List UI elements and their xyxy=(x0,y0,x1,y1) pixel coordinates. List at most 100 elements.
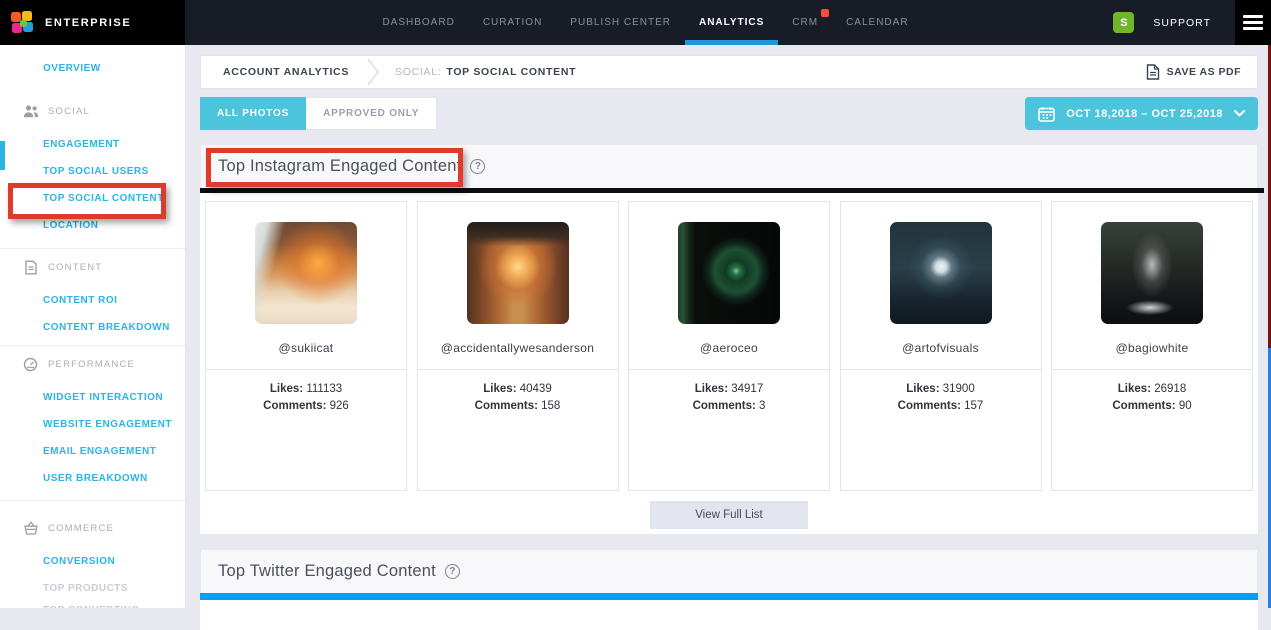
sidebar-item-label: TOP SOCIAL CONTENT xyxy=(43,193,164,204)
sidebar-section-content-title: CONTENT xyxy=(48,262,102,273)
sidebar-section-performance-header: PERFORMANCE xyxy=(0,357,185,371)
instagram-card-stats: Likes: 111133 Comments: 926 xyxy=(206,369,406,412)
comments-label: Comments: xyxy=(693,400,756,412)
nav-item-dashboard[interactable]: DASHBOARD xyxy=(382,0,454,45)
sidebar-item-conversion[interactable]: CONVERSION xyxy=(0,548,185,575)
instagram-username: @sukiicat xyxy=(206,341,406,355)
approved-only-button[interactable]: APPROVED ONLY xyxy=(306,97,437,130)
sidebar-item-label: TOP PRODUCTS xyxy=(43,583,128,594)
instagram-card: @sukiicat Likes: 111133 Comments: 926 xyxy=(205,201,407,491)
likes-label: Likes: xyxy=(1118,383,1151,395)
nav-item-curation[interactable]: CURATION xyxy=(483,0,542,45)
breadcrumb-section-prefix: SOCIAL: xyxy=(395,66,441,78)
instagram-card: @bagiowhite Likes: 26918 Comments: 90 xyxy=(1051,201,1253,491)
main-content: ACCOUNT ANALYTICS SOCIAL: TOP SOCIAL CON… xyxy=(185,45,1271,608)
save-as-pdf-button[interactable]: SAVE AS PDF xyxy=(1146,64,1241,80)
sidebar-item-label: WIDGET INTERACTION xyxy=(43,392,163,403)
sidebar-item-top-social-users[interactable]: TOP SOCIAL USERS xyxy=(0,158,185,185)
view-full-list-button[interactable]: View Full List xyxy=(650,501,808,529)
instagram-photo[interactable] xyxy=(678,222,780,324)
likes-value: 26918 xyxy=(1154,383,1186,395)
top-nav-bar: ENTERPRISE DASHBOARD CURATION PUBLISH CE… xyxy=(0,0,1271,45)
sidebar-item-label: CONVERSION xyxy=(43,556,115,567)
chevron-right-icon xyxy=(367,58,379,86)
sidebar-section-social-title: SOCIAL xyxy=(48,106,90,117)
instagram-card-stats: Likes: 31900 Comments: 157 xyxy=(841,369,1041,412)
comments-value: 926 xyxy=(330,400,349,412)
instagram-photo[interactable] xyxy=(1101,222,1203,324)
sidebar-item-label: WEBSITE ENGAGEMENT xyxy=(43,419,172,430)
document-icon xyxy=(22,260,39,275)
support-link[interactable]: SUPPORT xyxy=(1153,17,1211,29)
nav-item-crm-label: CRM xyxy=(792,17,818,28)
nav-item-analytics[interactable]: ANALYTICS xyxy=(699,0,764,45)
sidebar-item-label: USER BREAKDOWN xyxy=(43,473,148,484)
sidebar-section-commerce-title: COMMERCE xyxy=(48,523,114,534)
instagram-card: @accidentallywesanderson Likes: 40439 Co… xyxy=(417,201,619,491)
sidebar-item-widget-interaction[interactable]: WIDGET INTERACTION xyxy=(0,384,185,411)
nav-item-analytics-label: ANALYTICS xyxy=(699,17,764,28)
instagram-photo[interactable] xyxy=(255,222,357,324)
instagram-section-header: Top Instagram Engaged Content ? xyxy=(200,144,1258,188)
active-tab-underline xyxy=(685,40,778,45)
hamburger-menu-icon[interactable] xyxy=(1235,0,1271,45)
sidebar-item-content-breakdown[interactable]: CONTENT BREAKDOWN xyxy=(0,314,185,341)
user-avatar[interactable]: S xyxy=(1113,12,1134,33)
sidebar: OVERVIEW SOCIAL ENGAGEMENT TOP SOCIAL US… xyxy=(0,45,185,608)
sidebar-item-label: CONTENT BREAKDOWN xyxy=(43,322,170,333)
comments-value: 3 xyxy=(759,400,765,412)
likes-label: Likes: xyxy=(270,383,303,395)
sidebar-item-label: EMAIL ENGAGEMENT xyxy=(43,446,156,457)
sidebar-item-location[interactable]: LOCATION xyxy=(0,212,185,239)
comments-label: Comments: xyxy=(475,400,538,412)
sidebar-item-label: TOP SOCIAL USERS xyxy=(43,166,149,177)
sidebar-item-email-engagement[interactable]: EMAIL ENGAGEMENT xyxy=(0,438,185,465)
instagram-card-list: @sukiicat Likes: 111133 Comments: 926 @a… xyxy=(205,201,1253,491)
instagram-username: @accidentallywesanderson xyxy=(418,341,618,355)
sidebar-section-commerce-header: COMMERCE xyxy=(0,521,185,535)
likes-value: 31900 xyxy=(943,383,975,395)
sidebar-active-indicator xyxy=(0,141,5,170)
nav-item-publish-center[interactable]: PUBLISH CENTER xyxy=(570,0,671,45)
brand-logo[interactable]: ENTERPRISE xyxy=(0,0,185,45)
filter-row: ALL PHOTOS APPROVED ONLY OCT 18,2018 – O… xyxy=(200,97,1258,130)
likes-value: 111133 xyxy=(306,383,342,395)
instagram-photo[interactable] xyxy=(467,222,569,324)
sidebar-section-commerce: COMMERCE CONVERSION TOP PRODUCTS TOP CON… xyxy=(0,501,185,608)
all-photos-button[interactable]: ALL PHOTOS xyxy=(200,97,306,130)
instagram-photo[interactable] xyxy=(890,222,992,324)
sidebar-section-social: SOCIAL ENGAGEMENT TOP SOCIAL USERS TOP S… xyxy=(0,104,185,239)
help-icon[interactable]: ? xyxy=(445,564,460,579)
sidebar-item-overview[interactable]: OVERVIEW xyxy=(43,63,185,74)
help-icon[interactable]: ? xyxy=(470,159,485,174)
twitter-section: Top Twitter Engaged Content ? xyxy=(200,549,1258,630)
sidebar-item-content-roi[interactable]: CONTENT ROI xyxy=(0,287,185,314)
instagram-username: @aeroceo xyxy=(629,341,829,355)
sidebar-item-user-breakdown[interactable]: USER BREAKDOWN xyxy=(0,465,185,492)
instagram-card-stats: Likes: 26918 Comments: 90 xyxy=(1052,369,1252,412)
sidebar-item-website-engagement[interactable]: WEBSITE ENGAGEMENT xyxy=(0,411,185,438)
instagram-card: @artofvisuals Likes: 31900 Comments: 157 xyxy=(840,201,1042,491)
breadcrumb-root[interactable]: ACCOUNT ANALYTICS xyxy=(223,66,349,78)
twitter-accent-bar xyxy=(200,593,1258,600)
chevron-down-icon xyxy=(1234,110,1245,117)
likes-value: 34917 xyxy=(731,383,763,395)
instagram-section: Top Instagram Engaged Content ? @sukiica… xyxy=(200,144,1258,534)
instagram-section-title: Top Instagram Engaged Content xyxy=(218,157,461,176)
nav-item-crm[interactable]: CRM xyxy=(792,0,818,45)
twitter-section-header: Top Twitter Engaged Content ? xyxy=(200,549,1258,593)
sidebar-item-engagement[interactable]: ENGAGEMENT xyxy=(0,131,185,158)
comments-label: Comments: xyxy=(1112,400,1175,412)
instagram-username: @artofvisuals xyxy=(841,341,1041,355)
sidebar-item-top-social-content[interactable]: TOP SOCIAL CONTENT xyxy=(0,185,185,212)
nav-item-calendar[interactable]: CALENDAR xyxy=(846,0,908,45)
date-range-label: OCT 18,2018 – OCT 25,2018 xyxy=(1066,108,1223,120)
document-page-icon xyxy=(1146,64,1160,80)
instagram-username: @bagiowhite xyxy=(1052,341,1252,355)
comments-label: Comments: xyxy=(263,400,326,412)
sidebar-section-performance: PERFORMANCE WIDGET INTERACTION WEBSITE E… xyxy=(0,346,185,492)
gauge-icon xyxy=(22,357,39,372)
breadcrumb-current-page: TOP SOCIAL CONTENT xyxy=(446,66,576,78)
date-range-picker[interactable]: OCT 18,2018 – OCT 25,2018 xyxy=(1025,97,1258,130)
nav-right-group: S SUPPORT xyxy=(1113,0,1271,45)
